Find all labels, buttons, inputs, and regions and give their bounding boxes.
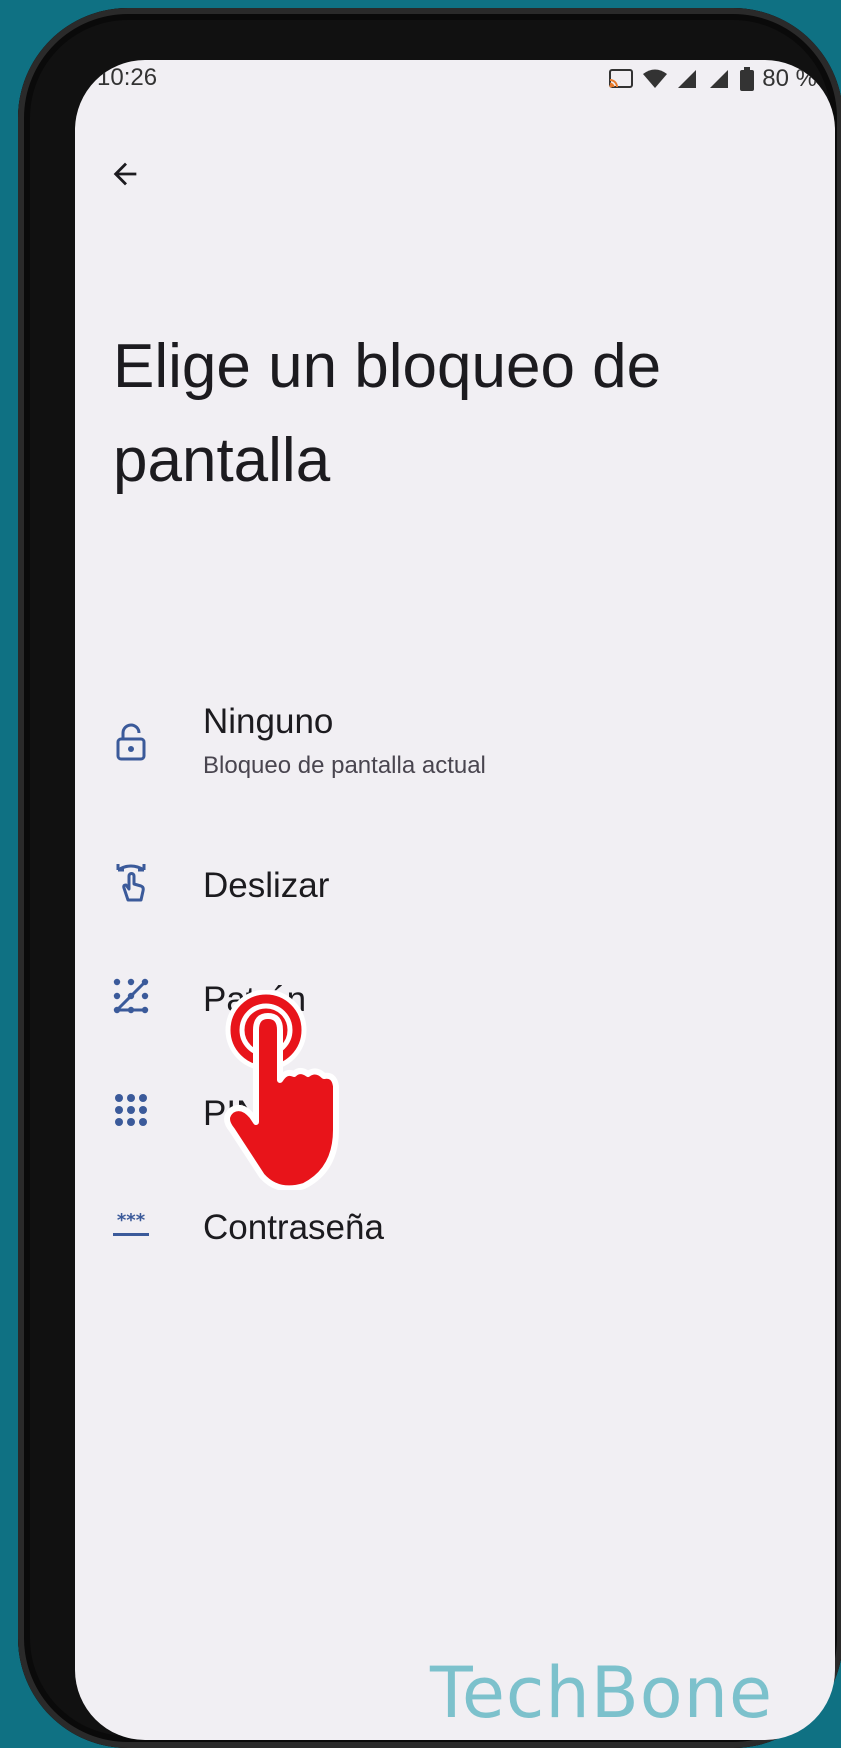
lock-open-icon bbox=[111, 722, 151, 762]
pin-icon bbox=[111, 1090, 151, 1130]
phone-frame: 10:26 80 % Elige un bloqueo de pantalla … bbox=[18, 8, 841, 1748]
signal-roaming-icon bbox=[710, 70, 729, 88]
battery-icon bbox=[740, 67, 755, 91]
option-swipe-label: Deslizar bbox=[203, 866, 330, 905]
status-icons: 80 % bbox=[608, 64, 817, 94]
cast-icon bbox=[609, 69, 634, 88]
signal-icon bbox=[678, 70, 697, 88]
password-icon: *** bbox=[111, 1204, 151, 1244]
techbone-watermark: TechBone bbox=[430, 1652, 774, 1734]
option-swipe[interactable]: Deslizar bbox=[75, 838, 835, 928]
status-bar: 10:26 80 % bbox=[75, 60, 835, 120]
swipe-icon bbox=[111, 862, 151, 902]
battery-percent: 80 % bbox=[762, 65, 817, 92]
option-none-label: Ninguno bbox=[203, 702, 334, 741]
back-button[interactable] bbox=[103, 152, 147, 196]
option-none[interactable]: Ninguno Bloqueo de pantalla actual bbox=[75, 680, 835, 810]
option-password-label: Contraseña bbox=[203, 1208, 384, 1247]
option-pattern[interactable]: Patrón bbox=[75, 952, 835, 1042]
wifi-icon bbox=[643, 69, 668, 88]
page-title: Elige un bloqueo de pantalla bbox=[113, 332, 662, 495]
option-none-subtitle: Bloqueo de pantalla actual bbox=[203, 752, 486, 779]
option-pin[interactable]: PIN bbox=[75, 1066, 835, 1156]
tap-pointer-icon bbox=[224, 990, 339, 1190]
screen: 10:26 80 % Elige un bloqueo de pantalla … bbox=[75, 60, 835, 1740]
pattern-icon bbox=[111, 976, 151, 1016]
status-time: 10:26 bbox=[97, 64, 158, 91]
option-password[interactable]: *** Contraseña bbox=[75, 1180, 835, 1270]
svg-text:***: *** bbox=[117, 1210, 146, 1231]
arrow-left-icon bbox=[113, 162, 137, 186]
